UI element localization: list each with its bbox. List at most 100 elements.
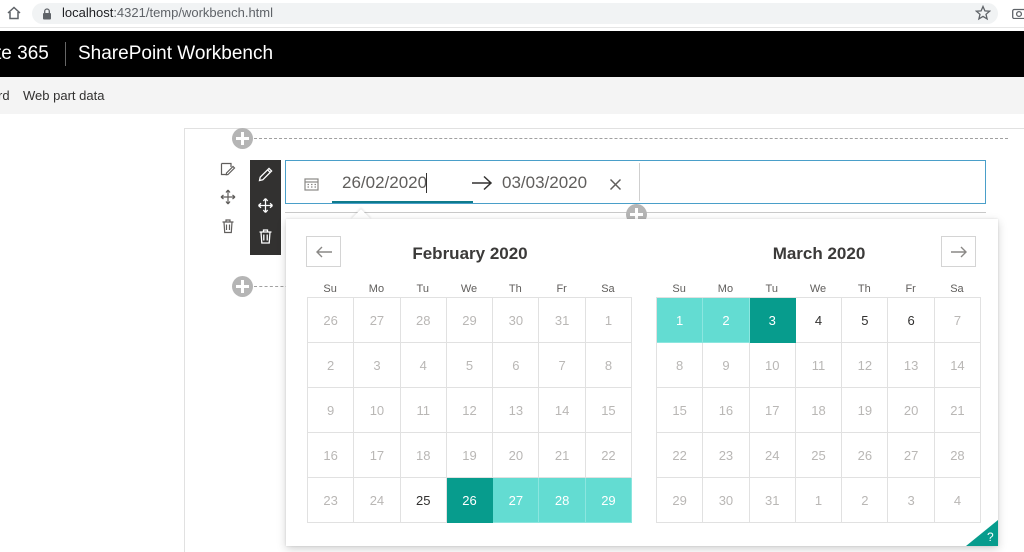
calendar-day-cell[interactable]: 1 xyxy=(795,478,843,523)
calendar-day-cell[interactable]: 28 xyxy=(539,478,586,523)
calendar-day-cell[interactable]: 15 xyxy=(585,388,633,433)
weekday-label: Fr xyxy=(556,283,567,295)
calendar-day-cell[interactable]: 1 xyxy=(657,298,704,343)
calendar-day-cell[interactable]: 5 xyxy=(842,298,889,343)
calendar-day-cell[interactable]: 26 xyxy=(446,478,494,523)
calendar-day-cell[interactable]: 6 xyxy=(888,298,935,343)
text-caret xyxy=(426,173,427,193)
calendar-day-cell[interactable]: 2 xyxy=(703,298,750,343)
command-bar-item-partial[interactable]: rd xyxy=(0,88,10,103)
calendar-day-cell[interactable]: 23 xyxy=(308,478,355,523)
calendar-day-cell[interactable]: 29 xyxy=(657,478,704,523)
calendar-day-cell[interactable]: 29 xyxy=(585,478,633,523)
calendar-day-cell[interactable]: 20 xyxy=(493,433,540,478)
edit-section-icon[interactable] xyxy=(220,161,236,177)
end-date-input[interactable]: 03/03/2020 xyxy=(502,173,587,193)
calendar-day-cell[interactable]: 14 xyxy=(539,388,586,433)
prev-month-button[interactable] xyxy=(306,236,341,267)
calendar-day-cell[interactable]: 19 xyxy=(446,433,494,478)
calendar-day-cell[interactable]: 2 xyxy=(308,343,355,388)
calendar-day-cell[interactable]: 10 xyxy=(749,343,796,388)
move-icon[interactable] xyxy=(257,197,274,214)
calendar-day-cell[interactable]: 18 xyxy=(400,433,447,478)
calendar-day-cell[interactable]: 6 xyxy=(493,343,540,388)
calendar-day-cell[interactable]: 23 xyxy=(703,433,750,478)
home-icon[interactable] xyxy=(7,6,21,20)
star-icon[interactable] xyxy=(975,5,991,21)
calendar-day-cell[interactable]: 7 xyxy=(934,298,982,343)
calendar-day-cell[interactable]: 10 xyxy=(354,388,401,433)
calendar-day-cell[interactable]: 1 xyxy=(585,298,633,343)
calendar-day-cell[interactable]: 3 xyxy=(749,298,796,343)
calendar-day-cell[interactable]: 27 xyxy=(888,433,935,478)
calendar-day-cell[interactable]: 9 xyxy=(703,343,750,388)
web-part-data-button[interactable]: Web part data xyxy=(23,88,104,103)
calendar-day-cell[interactable]: 7 xyxy=(539,343,586,388)
calendar-day-cell[interactable]: 9 xyxy=(308,388,355,433)
calendar-day-cell[interactable]: 31 xyxy=(539,298,586,343)
calendar-day-cell[interactable]: 26 xyxy=(842,433,889,478)
calendar-day-cell[interactable]: 4 xyxy=(795,298,843,343)
url-text[interactable]: localhost:4321/temp/workbench.html xyxy=(62,5,273,20)
help-button[interactable]: ? xyxy=(966,520,998,546)
calendar-day-cell[interactable]: 15 xyxy=(657,388,704,433)
calendar-day-cell[interactable]: 30 xyxy=(703,478,750,523)
calendar-day-cell[interactable]: 28 xyxy=(400,298,447,343)
calendar-day-cell[interactable]: 3 xyxy=(354,343,401,388)
calendar-day-cell[interactable]: 25 xyxy=(795,433,843,478)
calendar-icon[interactable] xyxy=(304,177,319,191)
calendar-day-cell[interactable]: 21 xyxy=(934,388,982,433)
add-section-bottom-icon[interactable] xyxy=(232,276,253,297)
calendar-day-cell[interactable]: 20 xyxy=(888,388,935,433)
close-icon[interactable] xyxy=(609,178,622,191)
calendar-day-cell[interactable]: 11 xyxy=(400,388,447,433)
calendar-day-cell[interactable]: 26 xyxy=(308,298,355,343)
suite-divider xyxy=(65,42,66,66)
trash-icon[interactable] xyxy=(257,228,274,245)
calendar-day-cell[interactable]: 17 xyxy=(749,388,796,433)
calendar-day-cell[interactable]: 30 xyxy=(493,298,540,343)
calendar-day-cell[interactable]: 8 xyxy=(657,343,704,388)
calendar-day-cell[interactable]: 11 xyxy=(795,343,843,388)
delete-section-icon[interactable] xyxy=(220,218,236,234)
calendar-day-cell[interactable]: 17 xyxy=(354,433,401,478)
calendar-day-cell[interactable]: 29 xyxy=(446,298,494,343)
calendar-day-cell[interactable]: 12 xyxy=(842,343,889,388)
calendar-day-cell[interactable]: 5 xyxy=(446,343,494,388)
calendar-day-cell[interactable]: 12 xyxy=(446,388,494,433)
calendar-day-cell[interactable]: 27 xyxy=(354,298,401,343)
calendar-day-cell[interactable]: 27 xyxy=(493,478,540,523)
move-section-icon[interactable] xyxy=(220,189,236,205)
weekday-label: Sa xyxy=(601,283,615,295)
calendar-day-cell[interactable]: 2 xyxy=(842,478,889,523)
calendar-day-cell[interactable]: 13 xyxy=(493,388,540,433)
calendar-day-cell[interactable]: 22 xyxy=(657,433,704,478)
app-name-fragment[interactable]: te 365 xyxy=(0,43,49,65)
month-title-february[interactable]: February 2020 xyxy=(370,244,570,264)
calendar-day-cell[interactable]: 24 xyxy=(749,433,796,478)
add-section-top-icon[interactable] xyxy=(232,128,253,149)
calendar-day-cell[interactable]: 25 xyxy=(400,478,447,523)
calendar-day-cell[interactable]: 4 xyxy=(934,478,982,523)
camera-icon[interactable] xyxy=(1012,7,1024,19)
date-range-calendar-popup: February 2020 March 2020 Su Mo Tu We Th … xyxy=(286,219,998,546)
calendar-day-cell[interactable]: 3 xyxy=(888,478,935,523)
start-date-input[interactable]: 26/02/2020 xyxy=(342,173,427,193)
calendar-day-cell[interactable]: 4 xyxy=(400,343,447,388)
calendar-day-cell[interactable]: 16 xyxy=(308,433,355,478)
next-month-button[interactable] xyxy=(941,236,976,267)
calendar-day-cell[interactable]: 14 xyxy=(934,343,982,388)
calendar-day-cell[interactable]: 31 xyxy=(749,478,796,523)
calendar-day-cell[interactable]: 18 xyxy=(795,388,843,433)
month-title-march[interactable]: March 2020 xyxy=(719,244,919,264)
calendar-day-cell[interactable]: 8 xyxy=(585,343,633,388)
calendar-day-cell[interactable]: 21 xyxy=(539,433,586,478)
calendar-day-cell[interactable]: 13 xyxy=(888,343,935,388)
calendar-day-cell[interactable]: 24 xyxy=(354,478,401,523)
calendar-day-cell[interactable]: 22 xyxy=(585,433,633,478)
pencil-icon[interactable] xyxy=(257,166,274,183)
date-range-field[interactable] xyxy=(288,163,640,201)
calendar-day-cell[interactable]: 16 xyxy=(703,388,750,433)
calendar-day-cell[interactable]: 28 xyxy=(934,433,982,478)
calendar-day-cell[interactable]: 19 xyxy=(842,388,889,433)
